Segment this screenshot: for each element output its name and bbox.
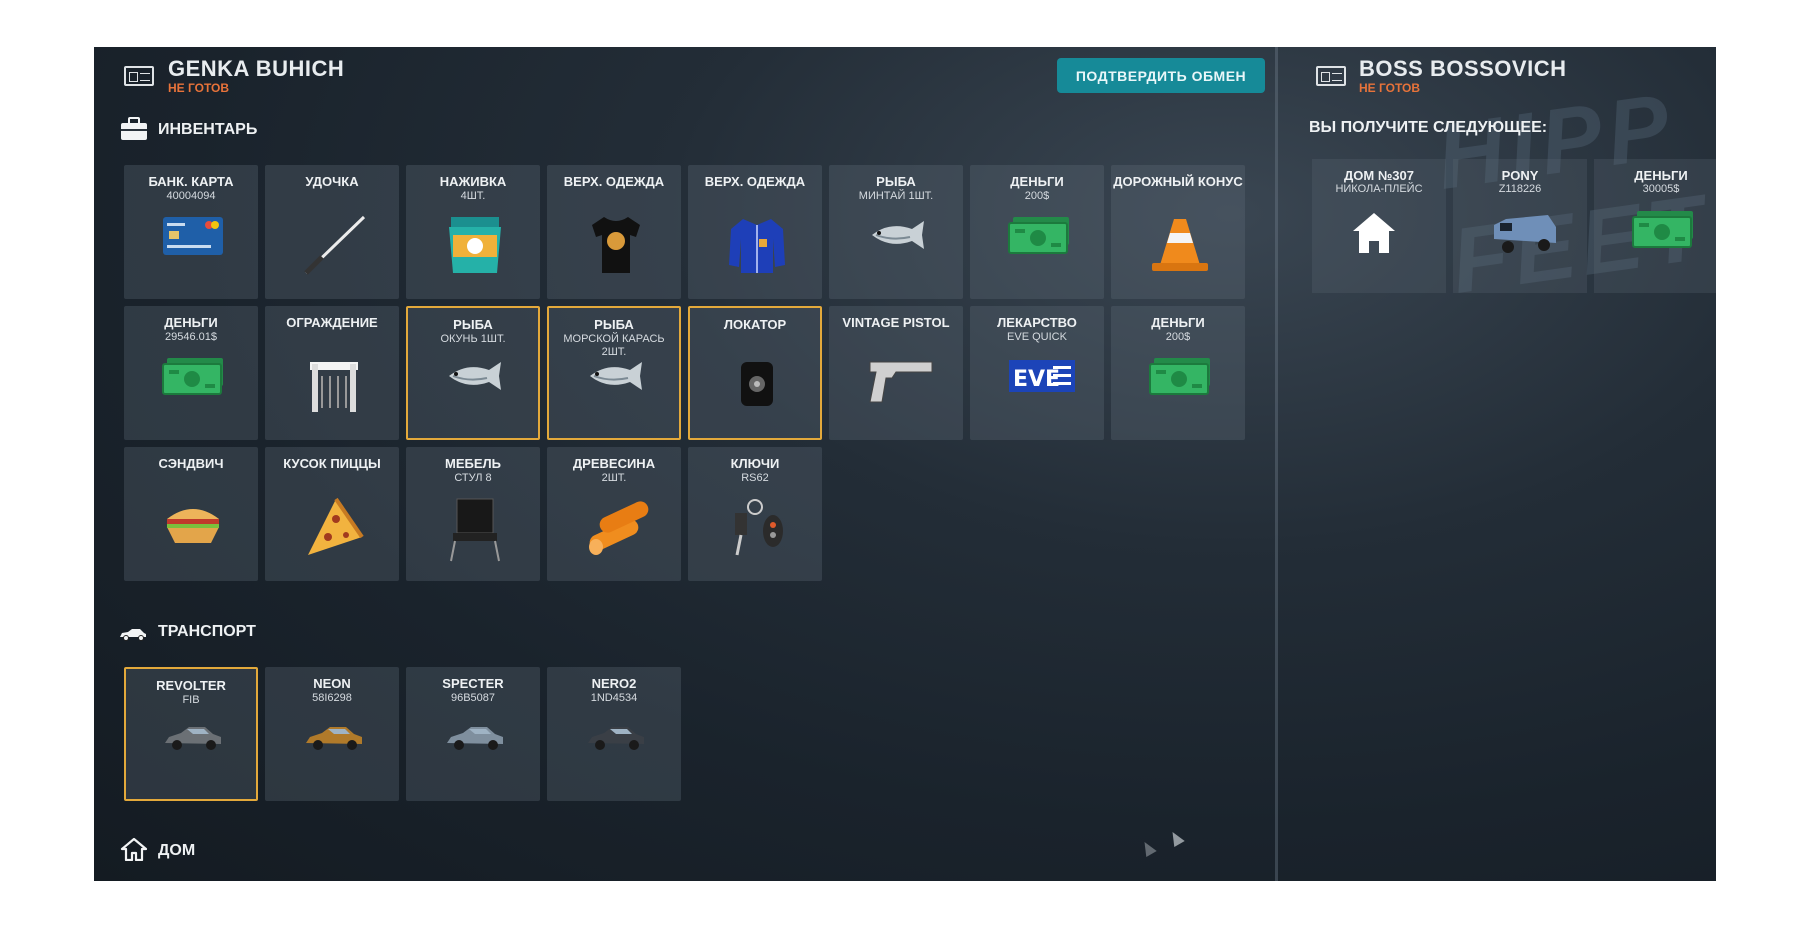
inventory-slot-title: РЫБА [453, 317, 493, 332]
inventory-slot[interactable]: РЫБА МОРСКОЙ КАРАСЬ 2ШТ. [547, 306, 681, 440]
inventory-slot-title: СЭНДВИЧ [158, 456, 224, 471]
transport-slot[interactable]: REVOLTER FIB [124, 667, 258, 801]
mouse-cursor [1167, 828, 1185, 848]
inventory-slot[interactable]: ДОРОЖНЫЙ КОНУС [1111, 165, 1245, 299]
inventory-slot[interactable]: ДЕНЬГИ 29546.01$ [124, 306, 258, 440]
receive-slot-subtitle: НИКОЛА-ПЛЕЙС [1335, 183, 1423, 195]
panel-divider [1275, 47, 1278, 881]
inventory-slot-title: МЕБЕЛЬ [445, 456, 501, 471]
transport-slot-title: REVOLTER [156, 678, 226, 693]
inventory-slot-title: ВЕРХ. ОДЕЖДА [563, 174, 665, 189]
transport-slot-subtitle: 58I6298 [312, 692, 352, 704]
inventory-slot-subtitle: МИНТАЙ 1ШТ. [858, 190, 934, 202]
right-player-status: НЕ ГОТОВ [1359, 81, 1421, 95]
inventory-slot[interactable]: УДОЧКА [265, 165, 399, 299]
transport-slot[interactable]: SPECTER 96B5087 [406, 667, 540, 801]
inventory-slot-subtitle: 200$ [1024, 190, 1050, 202]
receive-section-title: ВЫ ПОЛУЧИТЕ СЛЕДУЮЩЕЕ: [1309, 119, 1548, 136]
house-section-title: ДОМ [158, 842, 196, 859]
inventory-slot-title: РЫБА [876, 174, 916, 189]
inventory-slot-subtitle: 200$ [1165, 331, 1191, 343]
inventory-slot-title: КЛЮЧИ [730, 456, 780, 471]
inventory-slot-title: ДЕНЬГИ [1151, 315, 1205, 330]
inventory-slot-subtitle: 40004094 [166, 190, 216, 202]
transport-slot[interactable]: NERO2 1ND4534 [547, 667, 681, 801]
id-card-icon [1316, 66, 1346, 86]
inventory-slot[interactable]: ОГРАЖДЕНИЕ [265, 306, 399, 440]
inventory-slot[interactable]: КЛЮЧИ RS62 [688, 447, 822, 581]
inventory-slot-title: КУСОК ПИЦЦЫ [283, 456, 381, 471]
transport-slot-subtitle: 96B5087 [450, 692, 496, 704]
inventory-slot-title: ВЕРХ. ОДЕЖДА [704, 174, 806, 189]
inventory-slot[interactable]: РЫБА ОКУНЬ 1ШТ. [406, 306, 540, 440]
transport-slot[interactable]: NEON 58I6298 [265, 667, 399, 801]
inventory-slot[interactable]: ДЕНЬГИ 200$ [1111, 306, 1245, 440]
receive-slot-title: ДОМ №307 [1344, 168, 1414, 183]
transport-section-title: ТРАНСПОРТ [158, 623, 256, 640]
inventory-slot[interactable]: ЛОКАТОР [688, 306, 822, 440]
receive-slot-title: ДЕНЬГИ [1634, 168, 1688, 183]
inventory-slot[interactable]: VINTAGE PISTOL [829, 306, 963, 440]
left-player-name: GENKA BUHICH [168, 56, 345, 81]
receive-slot-title: PONY [1501, 168, 1539, 183]
car-icon [118, 627, 148, 646]
inventory-slot[interactable]: КУСОК ПИЦЦЫ [265, 447, 399, 581]
inventory-slot-title: НАЖИВКА [439, 174, 507, 189]
inventory-slot-subtitle: 29546.01$ [165, 331, 217, 343]
inventory-slot-title: ОГРАЖДЕНИЕ [286, 315, 378, 330]
transport-slot-subtitle: FIB [182, 694, 200, 706]
inventory-slot-title: РЫБА [594, 317, 634, 332]
trade-window: HIPP FEET GENKA BUHICH НЕ ГОТОВ ПОДТВЕРД… [94, 47, 1716, 881]
inventory-slot[interactable]: МЕБЕЛЬ СТУЛ 8 [406, 447, 540, 581]
svg-text:EVE: EVE [1013, 367, 1060, 392]
inventory-slot[interactable]: БАНК. КАРТА 40004094 [124, 165, 258, 299]
inventory-slot-title: УДОЧКА [305, 174, 359, 189]
inventory-slot-subtitle: RS62 [741, 472, 769, 484]
receive-slot-subtitle: 30005$ [1642, 183, 1680, 195]
inventory-slot-title: VINTAGE PISTOL [842, 315, 950, 330]
receive-slot[interactable]: ДОМ №307 НИКОЛА-ПЛЕЙС [1312, 159, 1446, 293]
left-player-status: НЕ ГОТОВ [168, 81, 230, 95]
receive-slot-subtitle: Z118226 [1498, 183, 1542, 195]
inventory-slot[interactable]: ДЕНЬГИ 200$ [970, 165, 1104, 299]
inventory-slot-subtitle: 4ШТ. [460, 190, 486, 202]
inventory-slot[interactable]: ДРЕВЕСИНА 2ШТ. [547, 447, 681, 581]
inventory-slot-title: ЛОКАТОР [723, 317, 787, 332]
inventory-section-title: ИНВЕНТАРЬ [158, 121, 258, 138]
inventory-slot[interactable]: СЭНДВИЧ [124, 447, 258, 581]
transport-slot-title: NEON [313, 676, 351, 691]
right-player-name: BOSS BOSSOVICH [1359, 56, 1567, 81]
receive-slot[interactable]: PONY Z118226 [1453, 159, 1587, 293]
house-section-icon [120, 837, 148, 866]
briefcase-icon [120, 117, 148, 146]
receive-slot[interactable]: ДЕНЬГИ 30005$ [1594, 159, 1716, 293]
inventory-slot-title: ДОРОЖНЫЙ КОНУС [1113, 174, 1243, 189]
inventory-slot[interactable]: ВЕРХ. ОДЕЖДА [688, 165, 822, 299]
inventory-slot-title: ДРЕВЕСИНА [572, 456, 656, 471]
mouse-cursor [1139, 838, 1157, 858]
inventory-slot[interactable]: НАЖИВКА 4ШТ. [406, 165, 540, 299]
inventory-slot-title: ЛЕКАРСТВО [997, 315, 1077, 330]
inventory-slot-title: БАНК. КАРТА [148, 174, 234, 189]
inventory-slot-subtitle: СТУЛ 8 [454, 472, 492, 484]
inventory-slot[interactable]: ЛЕКАРСТВО EVE QUICK EVE [970, 306, 1104, 440]
inventory-slot-subtitle: EVE QUICK [1007, 331, 1067, 343]
inventory-slot[interactable]: ВЕРХ. ОДЕЖДА [547, 165, 681, 299]
transport-slot-title: SPECTER [442, 676, 504, 691]
transport-slot-title: NERO2 [591, 676, 637, 691]
inventory-slot[interactable]: РЫБА МИНТАЙ 1ШТ. [829, 165, 963, 299]
confirm-trade-button[interactable]: ПОДТВЕРДИТЬ ОБМЕН [1057, 58, 1265, 93]
inventory-slot-title: ДЕНЬГИ [1010, 174, 1064, 189]
id-card-icon [124, 66, 154, 86]
transport-slot-subtitle: 1ND4534 [590, 692, 638, 704]
inventory-slot-subtitle: ОКУНЬ 1ШТ. [440, 333, 506, 345]
inventory-slot-title: ДЕНЬГИ [164, 315, 218, 330]
inventory-slot-subtitle: 2ШТ. [601, 472, 627, 484]
